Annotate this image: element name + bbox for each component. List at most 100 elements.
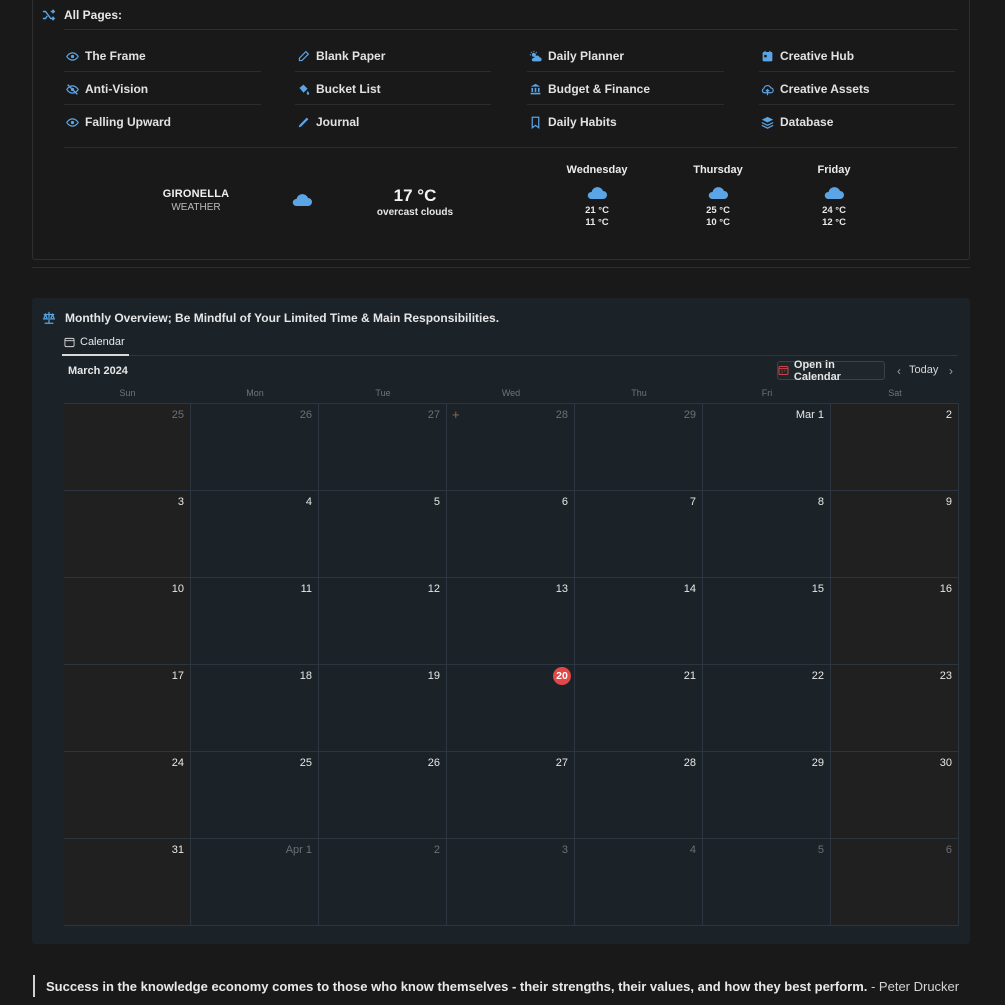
page-link-blank-paper[interactable]: Blank Paper — [297, 48, 385, 64]
calendar-day-cell[interactable]: 23 — [831, 665, 959, 752]
section-divider — [32, 267, 970, 268]
calendar-day-cell[interactable]: 13 — [447, 578, 575, 665]
page-link-label: Creative Assets — [780, 82, 870, 96]
calendar-day-cell[interactable]: 20 — [447, 665, 575, 752]
day-number: 27 — [555, 757, 568, 769]
calendar-day-cell[interactable]: 29 — [703, 752, 831, 839]
day-number: 6 — [945, 844, 952, 856]
calendar-day-cell[interactable]: 7 — [575, 491, 703, 578]
page-link-the-frame[interactable]: The Frame — [66, 48, 146, 64]
day-number: 3 — [177, 496, 184, 508]
tab-calendar[interactable]: Calendar — [64, 336, 125, 348]
day-number: 10 — [171, 583, 184, 595]
calendar-day-cell[interactable]: 31 — [64, 839, 191, 926]
forecast-low: 10 °C — [706, 217, 730, 228]
calendar-day-cell[interactable]: 19 — [319, 665, 447, 752]
page-link-journal[interactable]: Journal — [297, 114, 359, 130]
calendar-day-cell[interactable]: 24 — [64, 752, 191, 839]
calendar-day-cell[interactable]: 6 — [831, 839, 959, 926]
calendar-box-icon — [762, 50, 773, 61]
page-link-falling-upward[interactable]: Falling Upward — [66, 114, 171, 130]
calendar-day-cell[interactable]: 5 — [703, 839, 831, 926]
calendar-day-cell[interactable]: 25 — [191, 752, 319, 839]
weekday-header: Wed — [501, 388, 521, 398]
link-separator — [295, 104, 491, 105]
weekday-header: Sun — [119, 388, 136, 398]
calendar-day-cell[interactable]: 12 — [319, 578, 447, 665]
add-event-icon[interactable]: + — [452, 407, 460, 422]
chevron-right-icon[interactable]: › — [945, 364, 957, 378]
quote-bar — [33, 975, 35, 997]
cloud-upload-icon — [761, 84, 774, 95]
calendar-day-cell[interactable]: Mar 1 — [703, 404, 831, 491]
calendar-day-cell[interactable]: 26 — [319, 752, 447, 839]
day-number: 4 — [305, 496, 312, 508]
calendar-day-cell[interactable]: 28 — [575, 752, 703, 839]
day-number: 24 — [171, 757, 184, 769]
calendar-day-cell[interactable]: 29 — [575, 404, 703, 491]
weekday-header: Thu — [631, 388, 647, 398]
calendar-day-cell[interactable]: 4 — [575, 839, 703, 926]
calendar-red-icon — [778, 365, 789, 376]
page-link-creative-assets[interactable]: Creative Assets — [761, 81, 870, 97]
calendar-day-cell[interactable]: 6 — [447, 491, 575, 578]
calendar-day-cell[interactable]: 18 — [191, 665, 319, 752]
forecast-day-name: Wednesday — [566, 164, 628, 176]
forecast-low: 11 °C — [585, 217, 609, 228]
link-separator — [64, 104, 261, 105]
weekday-header: Sat — [888, 388, 902, 398]
layers-icon — [761, 116, 774, 129]
page-link-database[interactable]: Database — [761, 114, 833, 130]
page-link-label: Blank Paper — [316, 49, 386, 63]
calendar-day-cell[interactable]: 9 — [831, 491, 959, 578]
calendar-day-cell[interactable]: 27 — [319, 404, 447, 491]
calendar-day-cell[interactable]: 14 — [575, 578, 703, 665]
cloud-icon — [823, 184, 845, 202]
cloud-icon — [586, 184, 608, 202]
calendar-grid: 25 26 27 28 +29 Mar 1 2 3 4 5 6 7 8 9 10 11 12 13 14 15 16 17… — [64, 403, 959, 926]
calendar-day-cell[interactable]: 11 — [191, 578, 319, 665]
calendar-day-cell[interactable]: 5 — [319, 491, 447, 578]
forecast-day-name: Thursday — [693, 164, 743, 176]
calendar-day-cell[interactable]: 21 — [575, 665, 703, 752]
day-number: 17 — [171, 670, 184, 682]
page-link-budget-finance[interactable]: Budget & Finance — [529, 81, 650, 97]
calendar-day-cell[interactable]: 30 — [831, 752, 959, 839]
calendar-day-cell[interactable]: 17 — [64, 665, 191, 752]
calendar-day-cell[interactable]: 8 — [703, 491, 831, 578]
calendar-day-cell[interactable]: 3 — [447, 839, 575, 926]
calendar-day-cell[interactable]: 26 — [191, 404, 319, 491]
calendar-day-cell[interactable]: 3 — [64, 491, 191, 578]
day-number: 4 — [689, 844, 696, 856]
calendar-day-cell[interactable]: 15 — [703, 578, 831, 665]
link-separator — [64, 71, 261, 72]
eye-slash-icon — [66, 83, 79, 95]
calendar-day-cell[interactable]: 2 — [319, 839, 447, 926]
page-link-label: Falling Upward — [85, 115, 172, 129]
page-link-anti-vision[interactable]: Anti-Vision — [66, 81, 148, 97]
calendar-day-cell[interactable]: 28 + — [447, 404, 575, 491]
link-separator — [527, 104, 724, 105]
page-link-label: The Frame — [85, 49, 146, 63]
page-link-bucket-list[interactable]: Bucket List — [297, 81, 381, 97]
calendar-day-cell[interactable]: 10 — [64, 578, 191, 665]
link-separator — [759, 104, 955, 105]
open-in-calendar-button[interactable]: Open in Calendar — [777, 359, 885, 383]
day-number: 19 — [427, 670, 440, 682]
calendar-day-cell[interactable]: 22 — [703, 665, 831, 752]
calendar-day-cell[interactable]: 4 — [191, 491, 319, 578]
cloud-icon — [291, 191, 313, 214]
today-button[interactable]: Today — [909, 364, 938, 376]
day-number: 22 — [811, 670, 824, 682]
weekday-header: Mon — [246, 388, 264, 398]
chevron-left-icon[interactable]: ‹ — [893, 364, 905, 378]
page-link-daily-planner[interactable]: Daily Planner — [529, 48, 624, 64]
calendar-day-cell[interactable]: 16 — [831, 578, 959, 665]
calendar-day-cell[interactable]: 2 — [831, 404, 959, 491]
pen-icon — [298, 50, 310, 61]
calendar-day-cell[interactable]: 25 — [64, 404, 191, 491]
page-link-creative-hub[interactable]: Creative Hub — [761, 48, 854, 64]
page-link-daily-habits[interactable]: Daily Habits — [529, 114, 617, 130]
calendar-day-cell[interactable]: Apr 1 — [191, 839, 319, 926]
calendar-day-cell[interactable]: 27 — [447, 752, 575, 839]
